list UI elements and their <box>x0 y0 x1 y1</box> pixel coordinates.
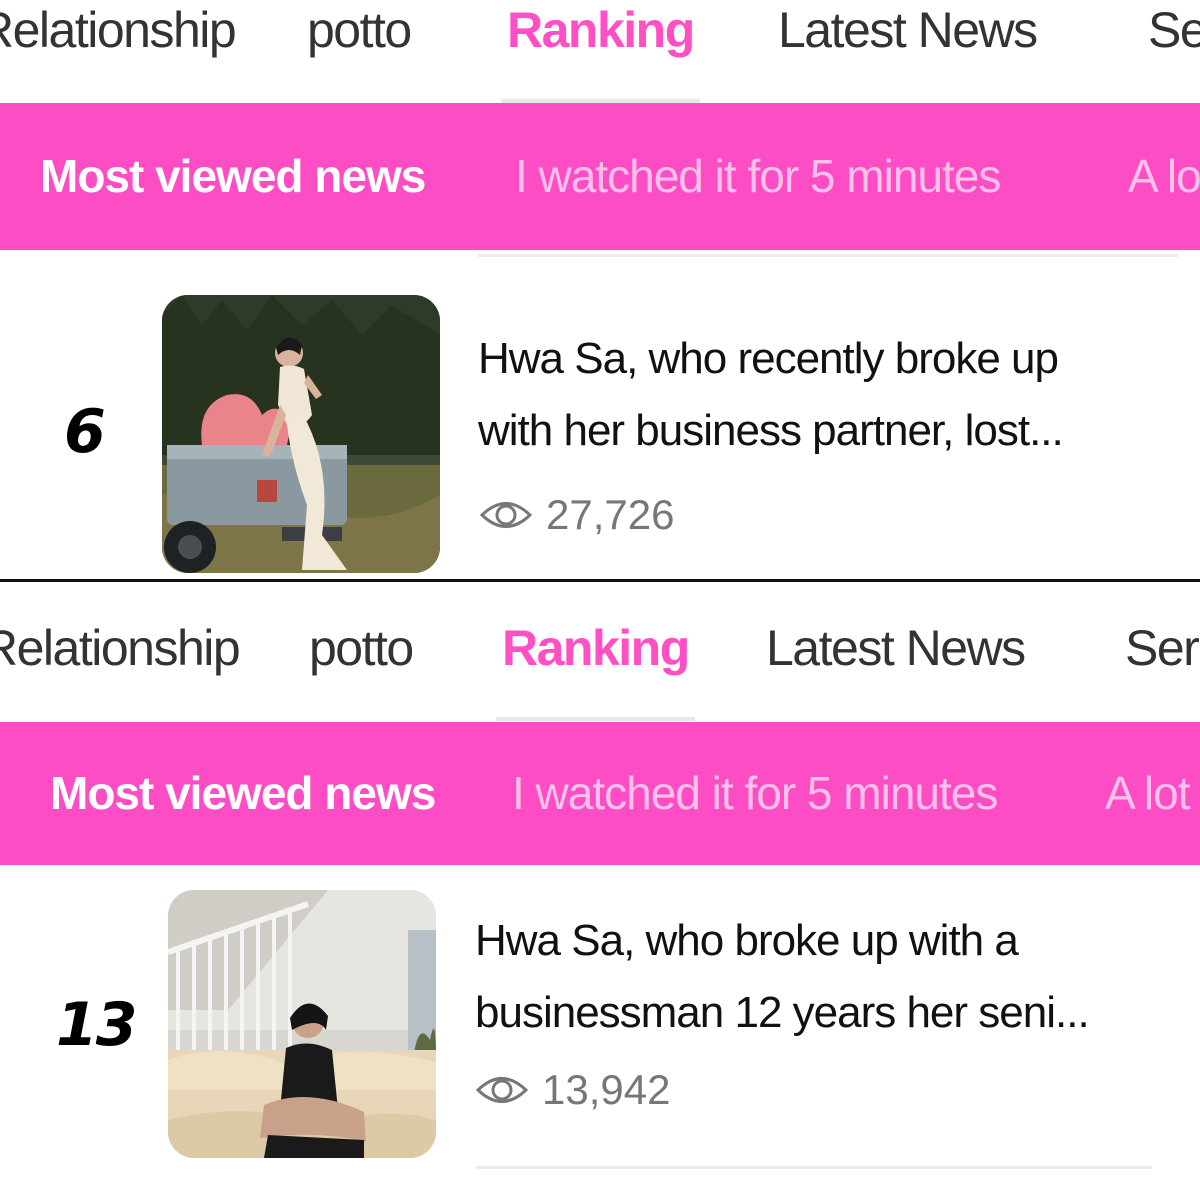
tab-latest-news[interactable]: Latest News <box>766 618 1026 721</box>
tab-potto[interactable]: potto <box>309 618 414 721</box>
view-count-value: 27,726 <box>546 491 675 538</box>
tab-relationship[interactable]: Relationship <box>0 618 241 721</box>
subtab-a-lot[interactable]: A lot <box>1128 103 1200 250</box>
view-count: 27,726 <box>480 491 674 539</box>
subtab-watched-5-minutes[interactable]: I watched it for 5 minutes <box>512 722 998 865</box>
eye-icon <box>476 1077 528 1103</box>
tab-series[interactable]: Series <box>1148 0 1200 103</box>
category-tab-bar: Relationship potto Ranking Latest News S… <box>0 618 1200 721</box>
tab-potto[interactable]: potto <box>307 0 412 103</box>
article-thumbnail[interactable] <box>168 890 436 1158</box>
ranking-article-item[interactable]: 13 Hwa Sa, who broke up with a businessm… <box>0 890 1200 1168</box>
rank-number: 6 <box>64 397 106 467</box>
subtab-watched-5-minutes[interactable]: I watched it for 5 minutes <box>515 103 1001 250</box>
article-title[interactable]: Hwa Sa, who recently broke up with her b… <box>478 323 1178 467</box>
divider-line <box>476 1166 1152 1169</box>
subtab-most-viewed-news[interactable]: Most viewed news <box>50 722 436 865</box>
article-title-line-1: Hwa Sa, who recently broke up <box>478 334 1059 383</box>
subtab-most-viewed-news[interactable]: Most viewed news <box>40 103 426 250</box>
view-count-value: 13,942 <box>542 1066 671 1113</box>
view-count: 13,942 <box>476 1066 670 1114</box>
ranking-subtab-bar: Most viewed news I watched it for 5 minu… <box>0 722 1200 865</box>
article-title-line-2: businessman 12 years her seni... <box>475 988 1090 1037</box>
rank-number: 13 <box>56 990 137 1060</box>
article-title-line-1: Hwa Sa, who broke up with a <box>475 916 1019 965</box>
photo-woman-on-sofa-icon <box>168 890 436 1158</box>
screenshot-panel-bottom: Relationship potto Ranking Latest News S… <box>0 582 1200 1200</box>
article-thumbnail[interactable] <box>162 295 440 573</box>
subtab-a-lot[interactable]: A lot <box>1105 722 1191 865</box>
ranking-article-item[interactable]: 6 Hwa Sa, who recently broke up with her… <box>0 295 1200 575</box>
tab-latest-news[interactable]: Latest News <box>778 0 1038 103</box>
screenshot-panel-top: Relationship potto Ranking Latest News S… <box>0 0 1200 580</box>
article-title[interactable]: Hwa Sa, who broke up with a businessman … <box>475 905 1175 1049</box>
divider-line <box>478 254 1178 257</box>
article-title-line-2: with her business partner, lost... <box>478 406 1064 455</box>
eye-icon <box>480 502 532 528</box>
tab-relationship[interactable]: Relationship <box>0 0 237 103</box>
category-tab-bar: Relationship potto Ranking Latest News S… <box>0 0 1200 103</box>
tab-ranking[interactable]: Ranking <box>496 618 695 721</box>
tab-series[interactable]: Series <box>1125 618 1200 721</box>
photo-woman-on-truck-icon <box>162 295 440 573</box>
ranking-subtab-bar: Most viewed news I watched it for 5 minu… <box>0 103 1200 250</box>
tab-ranking[interactable]: Ranking <box>501 0 700 103</box>
